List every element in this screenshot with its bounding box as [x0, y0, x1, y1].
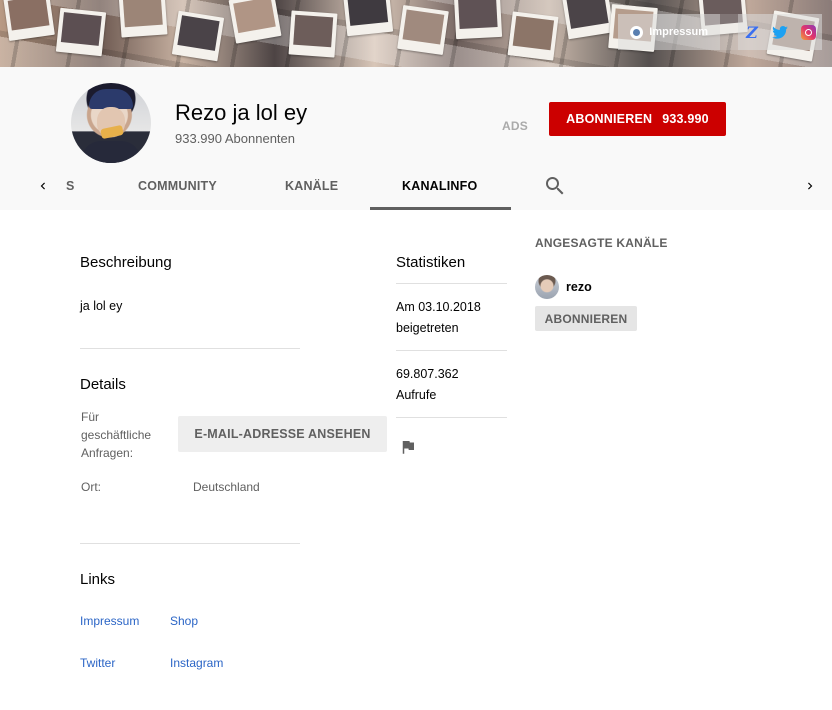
location-value: Deutschland: [193, 480, 260, 494]
chevron-left-icon: [40, 182, 45, 190]
stat-joined-date: Am 03.10.2018: [396, 300, 481, 314]
description-text: ja lol ey: [80, 299, 123, 313]
tab-kanalinfo[interactable]: KANALINFO: [402, 179, 477, 193]
divider: [80, 348, 300, 349]
banner-photo: [507, 11, 559, 61]
channel-banner: Impressum Z: [0, 0, 832, 67]
banner-photo: [342, 0, 394, 37]
channel-subscriber-count: 933.990 Abonnenten: [175, 131, 296, 146]
location-label: Ort:: [81, 480, 101, 494]
featured-channel-avatar[interactable]: [535, 275, 559, 299]
links-heading: Links: [80, 571, 116, 588]
banner-links: Impressum Z: [618, 14, 822, 50]
tab-community[interactable]: COMMUNITY: [138, 179, 217, 193]
ads-label: ADS: [502, 119, 528, 133]
twitter-icon: [772, 25, 788, 39]
subscribe-button[interactable]: ABONNIEREN 933.990: [549, 102, 726, 136]
banner-link-twitter[interactable]: [766, 14, 794, 50]
banner-link-z[interactable]: Z: [738, 14, 766, 50]
link-twitter[interactable]: Twitter: [80, 656, 115, 670]
banner-photo: [228, 0, 282, 44]
tabs-scroll-right[interactable]: [790, 164, 830, 208]
instagram-icon: [800, 24, 816, 40]
channel-title: Rezo ja lol ey: [175, 100, 308, 125]
banner-photo: [118, 0, 168, 38]
banner-link-impressum-label: Impressum: [649, 26, 708, 38]
flag-icon[interactable]: [399, 438, 417, 456]
link-shop[interactable]: Shop: [170, 614, 198, 628]
banner-photo: [288, 10, 338, 58]
banner-photo: [171, 10, 225, 62]
featured-channel-name[interactable]: rezo: [566, 280, 592, 294]
tab-kanaele[interactable]: KANÄLE: [285, 179, 338, 193]
banner-link-impressum[interactable]: Impressum: [618, 14, 720, 50]
divider: [80, 543, 300, 544]
subscribe-button-count: 933.990: [662, 112, 709, 126]
channel-avatar[interactable]: [71, 83, 151, 163]
banner-link-instagram[interactable]: [794, 14, 822, 50]
featured-channels-heading: ANGESAGTE KANÄLE: [535, 236, 668, 250]
tab-s[interactable]: S: [66, 179, 75, 193]
link-instagram[interactable]: Instagram: [170, 656, 223, 670]
chevron-right-icon: [808, 182, 813, 190]
active-tab-indicator: [370, 207, 511, 210]
subscribe-button-label: ABONNIEREN: [566, 112, 653, 126]
banner-spacer: [720, 14, 738, 50]
banner-photo: [55, 7, 107, 57]
globe-icon: [630, 25, 644, 39]
link-impressum[interactable]: Impressum: [80, 614, 139, 628]
stat-views-count: 69.807.362: [396, 367, 459, 381]
banner-photo: [3, 0, 55, 41]
divider: [396, 350, 507, 351]
divider: [396, 417, 507, 418]
featured-channel-subscribe-button[interactable]: ABONNIEREN: [535, 306, 637, 331]
divider: [396, 283, 507, 284]
details-heading: Details: [80, 376, 126, 393]
banner-photo: [453, 0, 503, 40]
stat-joined-label: beigetreten: [396, 321, 459, 335]
business-inquiries-label: Für geschäftliche Anfragen:: [81, 410, 152, 460]
banner-photo: [397, 5, 449, 55]
stat-views-label: Aufrufe: [396, 388, 437, 402]
stats-heading: Statistiken: [396, 254, 466, 271]
channel-tabs: S COMMUNITY KANÄLE KANALINFO: [0, 164, 832, 210]
channel-header: Rezo ja lol ey 933.990 Abonnenten ADS AB…: [0, 67, 832, 210]
tabs-scroll-left[interactable]: [23, 164, 63, 208]
view-email-button[interactable]: E-MAIL-ADRESSE ANSEHEN: [178, 416, 387, 452]
z-icon: Z: [746, 22, 758, 42]
stat-views: 69.807.362 Aufrufe: [396, 364, 459, 406]
stat-joined: Am 03.10.2018 beigetreten: [396, 297, 481, 339]
banner-photo: [561, 0, 615, 40]
description-heading: Beschreibung: [80, 254, 172, 271]
search-icon[interactable]: [543, 174, 567, 198]
